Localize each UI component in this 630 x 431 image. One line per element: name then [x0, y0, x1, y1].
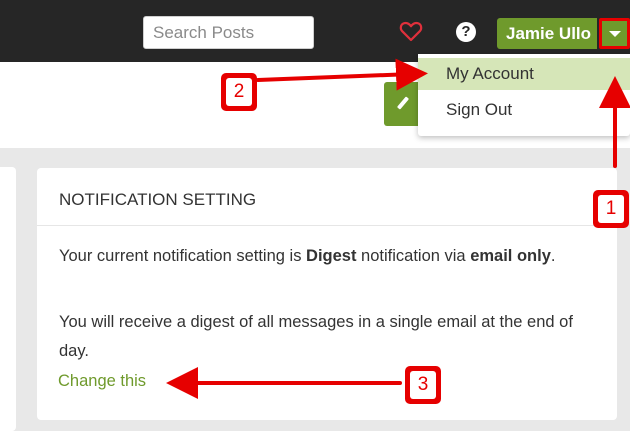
- setting-text-middle: notification via: [356, 247, 471, 265]
- user-menu-button[interactable]: Jamie Ullo: [497, 18, 597, 49]
- card-title: NOTIFICATION SETTING: [59, 190, 257, 209]
- annotation-badge-1: 1: [593, 190, 629, 228]
- annotation-number-3: 3: [410, 371, 436, 399]
- change-setting-link[interactable]: Change this: [58, 372, 146, 391]
- annotation-number-1: 1: [598, 195, 624, 223]
- current-setting-text: Your current notification setting is Dig…: [59, 242, 599, 271]
- setting-channel: email only: [470, 247, 551, 265]
- user-dropdown-menu: My Account Sign Out: [418, 54, 630, 136]
- menu-item-my-account[interactable]: My Account: [418, 58, 630, 90]
- divider: [37, 225, 617, 226]
- setting-text-end: .: [550, 247, 556, 265]
- user-menu-dropdown-toggle[interactable]: [599, 18, 630, 49]
- digest-description: You will receive a digest of all message…: [59, 313, 573, 360]
- annotation-badge-2: 2: [221, 73, 257, 111]
- arrow-step-2: [256, 58, 428, 91]
- setting-text-prefix: Your current notification setting is: [59, 247, 307, 265]
- notification-setting-card: NOTIFICATION SETTING Your current notifi…: [37, 168, 617, 420]
- heart-icon[interactable]: [399, 19, 423, 43]
- annotation-number-2: 2: [226, 78, 252, 106]
- search-input[interactable]: [143, 16, 314, 49]
- pencil-icon: [396, 96, 410, 110]
- help-icon[interactable]: ?: [456, 22, 476, 42]
- caret-down-icon: [609, 31, 621, 37]
- annotation-badge-3: 3: [405, 366, 441, 404]
- menu-item-sign-out[interactable]: Sign Out: [418, 94, 630, 126]
- setting-type: Digest: [306, 247, 357, 265]
- top-navbar: ? Jamie Ullo: [0, 0, 630, 62]
- side-panel-edge: [0, 167, 16, 431]
